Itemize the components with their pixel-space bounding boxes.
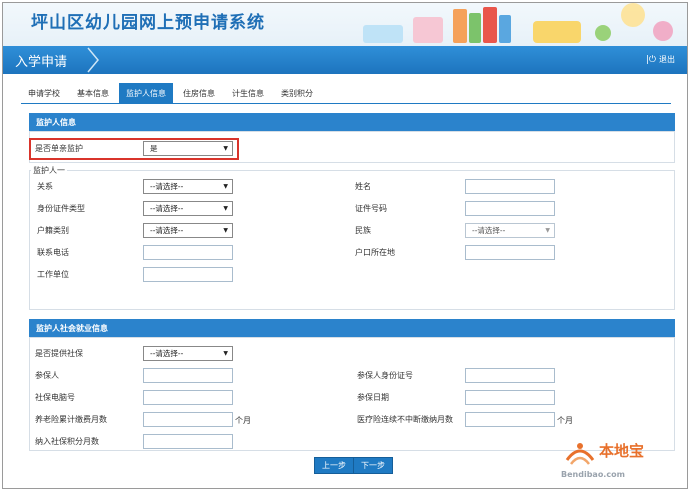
insured-id-input[interactable] (465, 368, 555, 383)
insured-label: 参保人 (35, 371, 59, 380)
ethnicity-value: --请选择-- (472, 226, 506, 235)
banner-decoration-icon (363, 3, 673, 43)
pension-months-label: 养老险累计缴费月数 (35, 415, 107, 424)
relation-value: --请选择-- (150, 182, 184, 191)
tab-0[interactable]: 申请学校 (21, 83, 67, 103)
pension-month-unit: 个月 (235, 416, 251, 425)
prev-step-button[interactable]: 上一步 (314, 457, 354, 474)
ethnicity-select[interactable]: --请选择-- ▼ (465, 223, 555, 238)
id-type-select[interactable]: --请选择-- ▼ (143, 201, 233, 216)
phone-input[interactable] (143, 245, 233, 260)
medical-month-unit: 个月 (557, 416, 573, 425)
social-section-header: 监护人社会就业信息 (29, 319, 675, 337)
hukou-type-value: --请选择-- (150, 226, 184, 235)
tab-3[interactable]: 住房信息 (176, 83, 222, 103)
computer-no-input[interactable] (143, 390, 233, 405)
medical-months-input[interactable] (465, 412, 555, 427)
provide-social-value: --请选择-- (150, 349, 184, 358)
id-type-label: 身份证件类型 (37, 204, 85, 213)
dropdown-arrow-icon: ▼ (223, 183, 228, 190)
guardian-one-panel (29, 170, 675, 310)
provide-social-label: 是否提供社保 (35, 349, 83, 358)
dropdown-arrow-icon: ▼ (223, 205, 228, 212)
name-label: 姓名 (355, 182, 371, 191)
employer-input[interactable] (143, 267, 233, 282)
tab-bar: 申请学校 基本信息 监护人信息 住房信息 计生信息 类别积分 (21, 83, 323, 103)
insured-date-input[interactable] (465, 390, 555, 405)
banner: 坪山区幼儿园网上预申请系统 (3, 3, 687, 46)
social-section-title: 监护人社会就业信息 (36, 323, 108, 333)
guardian-section-title: 监护人信息 (36, 117, 76, 127)
top-nav-bar: 入学申请 |⏻ 退出 (3, 46, 687, 74)
next-step-button[interactable]: 下一步 (353, 457, 393, 474)
logout-button[interactable]: |⏻ 退出 (646, 54, 675, 65)
tab-1[interactable]: 基本信息 (70, 83, 116, 103)
power-icon: |⏻ (645, 54, 656, 65)
guardian-section-header: 监护人信息 (29, 113, 675, 131)
hukou-type-select[interactable]: --请选择-- ▼ (143, 223, 233, 238)
computer-no-label: 社保电脑号 (35, 393, 75, 402)
relation-select[interactable]: --请选择-- ▼ (143, 179, 233, 194)
id-number-input[interactable] (465, 201, 555, 216)
relation-label: 关系 (37, 182, 53, 191)
tab-2[interactable]: 监护人信息 (119, 83, 173, 103)
insured-date-label: 参保日期 (357, 393, 389, 402)
tab-5[interactable]: 类别积分 (274, 83, 320, 103)
dropdown-arrow-icon: ▼ (545, 227, 550, 234)
id-number-label: 证件号码 (355, 204, 387, 213)
social-panel (29, 337, 675, 451)
watermark-url: Bendibao.com (561, 470, 625, 479)
dropdown-arrow-icon: ▼ (223, 227, 228, 234)
insured-input[interactable] (143, 368, 233, 383)
bendibao-logo-icon (565, 443, 595, 465)
pension-months-input[interactable] (143, 412, 233, 427)
page-title: 入学申请 (15, 55, 68, 70)
chevron-right-icon (87, 47, 99, 73)
phone-label: 联系电话 (37, 248, 69, 257)
name-input[interactable] (465, 179, 555, 194)
bendibao-watermark: 本地宝 Bendibao.com (561, 438, 679, 484)
watermark-brand: 本地宝 (599, 442, 645, 460)
highlight-box (29, 138, 239, 160)
app-frame: 坪山区幼儿园网上预申请系统 入学申请 |⏻ 退出 申请学校 基本信息 监护人信息 住房… (2, 2, 688, 489)
dropdown-arrow-icon: ▼ (223, 350, 228, 357)
insured-id-label: 参保人身份证号 (357, 371, 413, 380)
hukou-type-label: 户籍类别 (37, 226, 69, 235)
hukou-location-input[interactable] (465, 245, 555, 260)
tab-underline (21, 103, 671, 104)
tab-4[interactable]: 计生信息 (225, 83, 271, 103)
points-months-input[interactable] (143, 434, 233, 449)
medical-months-label: 医疗险连续不中断缴纳月数 (357, 415, 453, 424)
logout-label: 退出 (659, 55, 675, 64)
provide-social-select[interactable]: --请选择-- ▼ (143, 346, 233, 361)
ethnicity-label: 民族 (355, 226, 371, 235)
employer-label: 工作单位 (37, 270, 69, 279)
guardian-one-title: 监护人一 (31, 165, 67, 176)
system-title: 坪山区幼儿园网上预申请系统 (31, 13, 265, 33)
points-months-label: 纳入社保积分月数 (35, 437, 99, 446)
id-type-value: --请选择-- (150, 204, 184, 213)
hukou-location-label: 户口所在地 (355, 248, 395, 257)
